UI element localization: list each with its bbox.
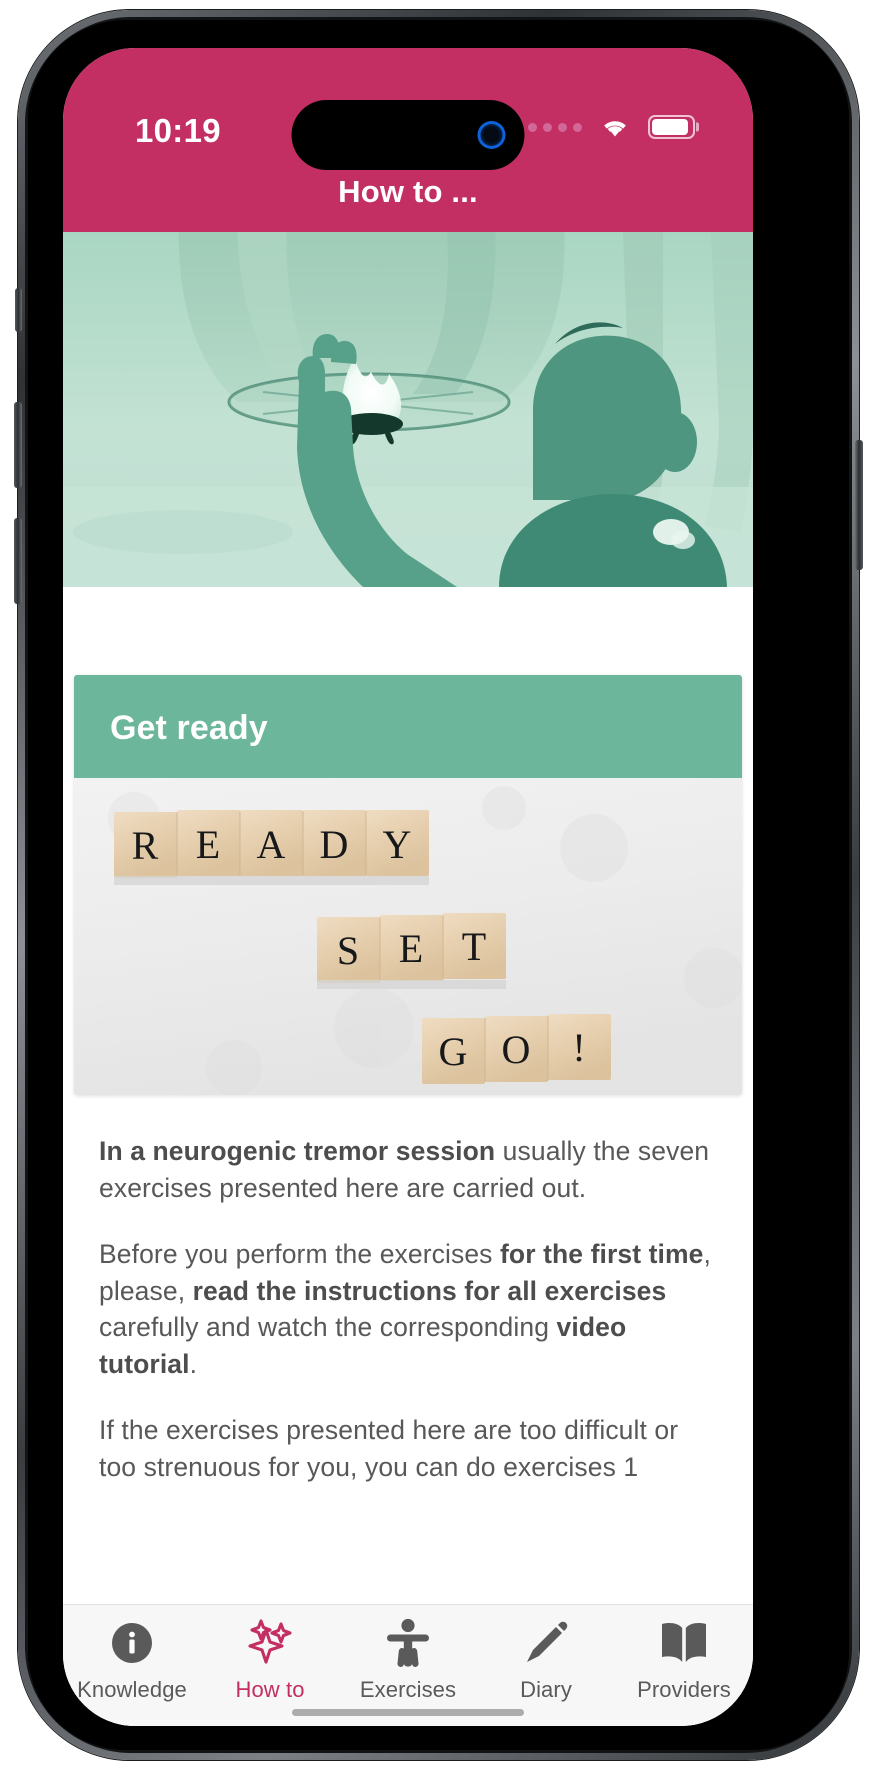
tab-diary[interactable]: Diary (477, 1617, 615, 1703)
tab-providers[interactable]: Providers (615, 1617, 753, 1703)
app-header: 10:19 How to ... (63, 48, 753, 232)
paragraph-2-bold-3: read the instructions for all exercises (192, 1275, 667, 1306)
paragraph-2: Before you perform the exercises for the… (99, 1236, 717, 1382)
paragraph-2-text-6: . (189, 1348, 198, 1379)
paragraph-2-text-4: carefully and watch the corresponding (99, 1312, 557, 1343)
signal-dots-icon (528, 122, 582, 132)
battery-icon (648, 115, 695, 139)
paragraph-3-text-0: If the exercises presented here are too … (99, 1415, 679, 1482)
status-indicators (528, 110, 695, 144)
person-icon (384, 1617, 432, 1669)
volume-up-button[interactable] (14, 402, 22, 488)
dynamic-island (291, 100, 525, 170)
bottom-tab-bar: Knowledge How to Exercises Diary Provide… (63, 1604, 753, 1726)
svg-text:Y: Y (383, 822, 412, 867)
svg-text:G: G (439, 1029, 468, 1074)
info-circle-icon (108, 1617, 156, 1669)
tab-diary-label: Diary (520, 1677, 572, 1702)
svg-text:O: O (502, 1027, 531, 1072)
tab-exercises[interactable]: Exercises (339, 1617, 477, 1703)
sparkles-icon (245, 1617, 295, 1669)
phone-screen: 10:19 How to ... Get ready R E A D Y S E… (63, 48, 753, 1726)
tab-providers-label: Providers (637, 1677, 731, 1702)
article-body: In a neurogenic tremor session usually t… (63, 1095, 753, 1486)
svg-text:!: ! (572, 1025, 585, 1070)
svg-text:A: A (257, 822, 286, 867)
page-title: How to ... (338, 174, 478, 209)
book-icon (659, 1617, 709, 1669)
ready-set-go-illustration: R E A D Y S E T G O ! (74, 778, 742, 1095)
home-indicator[interactable] (292, 1709, 524, 1716)
status-bar: 10:19 (63, 48, 753, 170)
svg-text:R: R (132, 823, 159, 868)
tab-knowledge[interactable]: Knowledge (63, 1617, 201, 1703)
tab-how-to[interactable]: How to (201, 1617, 339, 1703)
paragraph-2-bold-1: for the first time (499, 1239, 704, 1270)
svg-text:E: E (399, 926, 423, 971)
tab-knowledge-label: Knowledge (77, 1677, 187, 1702)
wifi-icon (604, 121, 626, 137)
paragraph-2-text-0: Before you perform the exercises (99, 1239, 500, 1270)
pencil-icon (522, 1617, 570, 1669)
tab-exercises-label: Exercises (359, 1677, 457, 1702)
volume-down-button[interactable] (14, 518, 22, 604)
card-header: Get ready (74, 675, 742, 778)
paragraph-1: In a neurogenic tremor session usually t… (99, 1133, 717, 1206)
get-ready-card: Get ready R E A D Y S E T G O ! (74, 675, 742, 1095)
silent-switch[interactable] (15, 288, 22, 332)
status-clock: 10:19 (135, 112, 221, 149)
hero-illustration (63, 232, 753, 587)
svg-text:T: T (462, 924, 486, 969)
front-camera-icon (480, 124, 503, 146)
tab-how-to-label: How to (235, 1677, 305, 1702)
card-image: R E A D Y S E T G O ! (74, 778, 742, 1095)
scroll-content[interactable]: Get ready R E A D Y S E T G O ! In a neu… (63, 587, 753, 1726)
hero-image (63, 232, 753, 587)
power-button[interactable] (855, 440, 863, 570)
phone-frame: 10:19 How to ... Get ready R E A D Y S E… (14, 10, 863, 1760)
svg-text:D: D (320, 822, 349, 867)
card-title: Get ready (110, 709, 268, 747)
paragraph-1-bold-0: In a neurogenic tremor session (99, 1136, 496, 1166)
paragraph-3: If the exercises presented here are too … (99, 1412, 717, 1485)
svg-text:S: S (337, 928, 359, 973)
svg-text:E: E (196, 822, 220, 867)
